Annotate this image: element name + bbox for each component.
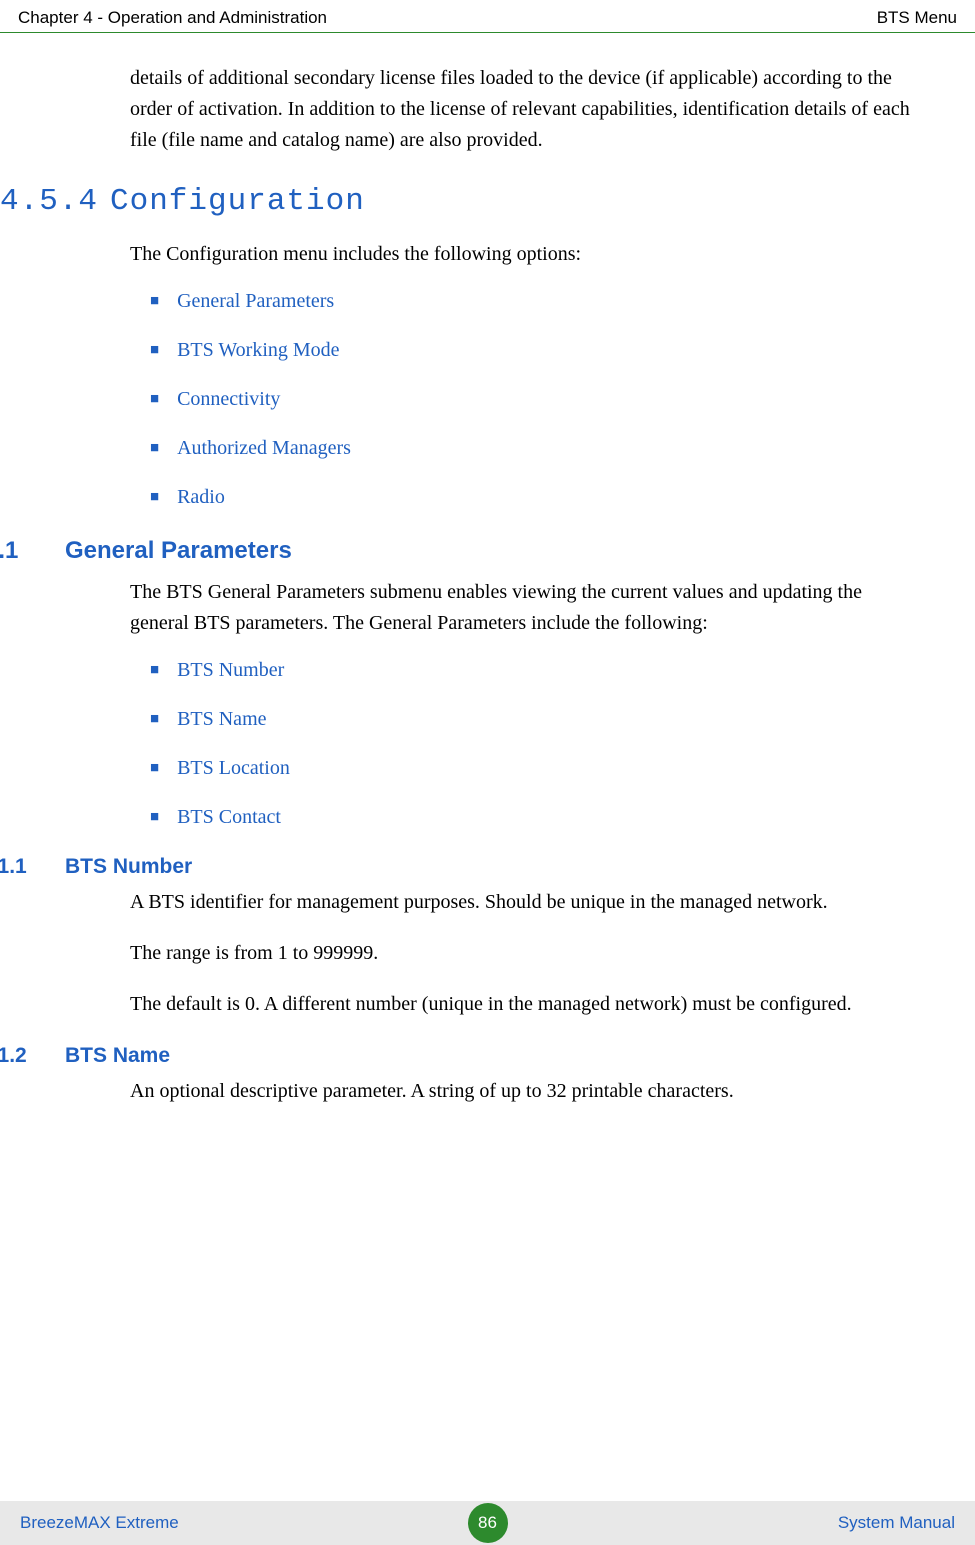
bts-number-para-3: The default is 0. A different number (un…	[130, 989, 915, 1020]
list-item: ■ BTS Location	[150, 757, 915, 780]
link-bts-location[interactable]: BTS Location	[177, 757, 290, 780]
general-parameters-intro: The BTS General Parameters submenu enabl…	[130, 577, 915, 639]
link-bts-name[interactable]: BTS Name	[177, 708, 266, 731]
bullet-icon: ■	[150, 489, 159, 506]
section-number: 4.5.4.1	[0, 537, 65, 565]
bts-name-para: An optional descriptive parameter. A str…	[130, 1076, 915, 1107]
list-item: ■ BTS Name	[150, 708, 915, 731]
bullet-icon: ■	[150, 342, 159, 359]
section-title: BTS Number	[65, 855, 192, 879]
bts-number-para-1: A BTS identifier for management purposes…	[130, 887, 915, 918]
intro-paragraph: details of additional secondary license …	[130, 63, 915, 156]
section-heading-general-parameters: 4.5.4.1 General Parameters	[0, 537, 915, 565]
bullet-icon: ■	[150, 662, 159, 679]
configuration-options-list: ■ General Parameters ■ BTS Working Mode …	[150, 290, 915, 509]
section-title: BTS Name	[65, 1044, 170, 1068]
bullet-icon: ■	[150, 440, 159, 457]
link-radio[interactable]: Radio	[177, 486, 225, 509]
list-item: ■ Authorized Managers	[150, 437, 915, 460]
page-number-badge: 86	[468, 1503, 508, 1543]
page-footer: BreezeMAX Extreme 86 System Manual	[0, 1501, 975, 1545]
link-bts-contact[interactable]: BTS Contact	[177, 806, 281, 829]
footer-document: System Manual	[838, 1513, 955, 1533]
header-section: BTS Menu	[877, 8, 957, 28]
list-item: ■ Connectivity	[150, 388, 915, 411]
link-authorized-managers[interactable]: Authorized Managers	[177, 437, 351, 460]
page-header: Chapter 4 - Operation and Administration…	[0, 0, 975, 33]
bullet-icon: ■	[150, 809, 159, 826]
section-heading-configuration: 4.5.4 Configuration	[0, 184, 915, 219]
list-item: ■ General Parameters	[150, 290, 915, 313]
section-heading-bts-name: 4.5.4.1.2 BTS Name	[0, 1044, 915, 1068]
list-item: ■ BTS Number	[150, 659, 915, 682]
list-item: ■ BTS Working Mode	[150, 339, 915, 362]
footer-product: BreezeMAX Extreme	[20, 1513, 179, 1533]
section-number: 4.5.4.1.2	[0, 1044, 65, 1068]
link-bts-working-mode[interactable]: BTS Working Mode	[177, 339, 339, 362]
link-connectivity[interactable]: Connectivity	[177, 388, 280, 411]
list-item: ■ BTS Contact	[150, 806, 915, 829]
bts-number-para-2: The range is from 1 to 999999.	[130, 938, 915, 969]
page-content: details of additional secondary license …	[0, 33, 975, 1107]
bullet-icon: ■	[150, 760, 159, 777]
section-number: 4.5.4.1.1	[0, 855, 65, 879]
section-title: General Parameters	[65, 537, 292, 565]
general-parameters-list: ■ BTS Number ■ BTS Name ■ BTS Location ■…	[150, 659, 915, 829]
bullet-icon: ■	[150, 711, 159, 728]
header-chapter: Chapter 4 - Operation and Administration	[18, 8, 327, 28]
bullet-icon: ■	[150, 293, 159, 310]
list-item: ■ Radio	[150, 486, 915, 509]
link-general-parameters[interactable]: General Parameters	[177, 290, 334, 313]
link-bts-number[interactable]: BTS Number	[177, 659, 284, 682]
bullet-icon: ■	[150, 391, 159, 408]
configuration-intro: The Configuration menu includes the foll…	[130, 239, 915, 270]
section-number: 4.5.4	[0, 184, 110, 219]
section-heading-bts-number: 4.5.4.1.1 BTS Number	[0, 855, 915, 879]
section-title: Configuration	[110, 184, 365, 219]
